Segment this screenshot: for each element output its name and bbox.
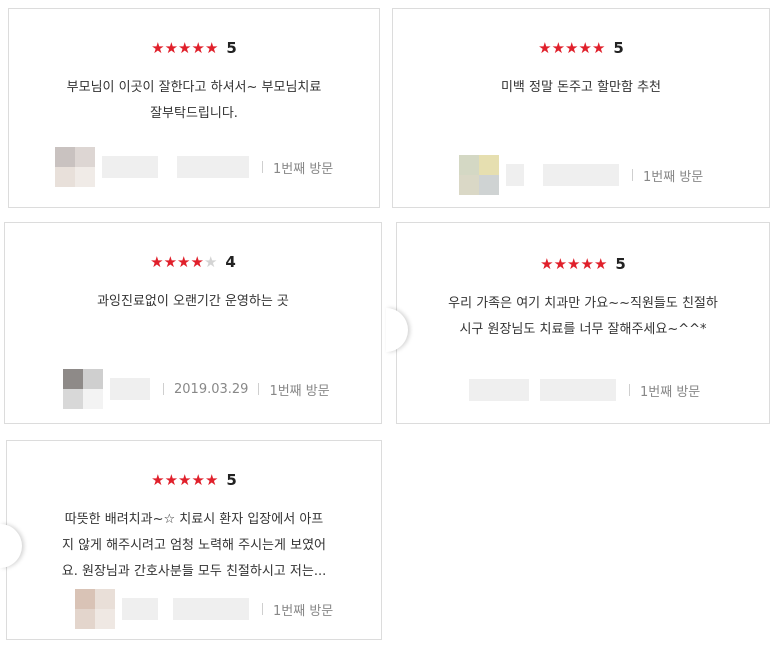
rating-score: 5 xyxy=(615,255,626,273)
review-card[interactable]: ★★★★★ 5 미백 정말 돈주고 할만함 추천 1번째 방문 xyxy=(392,8,770,208)
visit-count: 1번째 방문 xyxy=(273,161,334,177)
review-text-line: 부모님이 이곳이 잘한다고 하셔서~ 부모님치료 xyxy=(66,80,322,95)
rating-score: 4 xyxy=(225,253,236,271)
reviewer-name-blurred xyxy=(110,378,150,400)
avatar xyxy=(75,589,115,629)
avatar xyxy=(55,147,95,187)
review-text: 우리 가족은 여기 치과만 가요~~직원들도 친절하 시구 원장님도 치료를 너… xyxy=(415,291,751,343)
rating: ★★★★★ 4 xyxy=(5,253,381,271)
review-text-line: 우리 가족은 여기 치과만 가요~~직원들도 친절하 xyxy=(448,296,718,311)
review-card[interactable]: ★★★★★ 4 과잉진료없이 오랜기간 운영하는 곳 2019.03.29 1번째… xyxy=(4,222,382,424)
rating-score: 5 xyxy=(226,39,237,57)
review-text: 과잉진료없이 오랜기간 운영하는 곳 xyxy=(23,289,363,315)
reviewer-name-blurred xyxy=(469,379,529,401)
divider xyxy=(629,384,630,396)
reviewer-name-blurred xyxy=(102,156,158,178)
review-text-line: 잘부탁드립니다. xyxy=(150,106,238,121)
review-card[interactable]: ★★★★★ 5 따뜻한 배려치과~☆ 치료시 환자 입장에서 아프 지 않게 해주… xyxy=(6,440,382,640)
reviewer-name-blurred xyxy=(122,598,158,620)
visit-count: 1번째 방문 xyxy=(640,384,701,400)
visit-count: 1번째 방문 xyxy=(643,169,704,185)
review-text-line: 시구 원장님도 치료를 너무 잘해주세요~^^* xyxy=(459,322,707,337)
review-meta: 1번째 방문 xyxy=(75,589,333,629)
rating-score: 5 xyxy=(613,39,624,57)
star-rating-icon: ★★★★★ xyxy=(540,255,608,273)
star-rating-icon: ★★★★★ xyxy=(538,39,606,57)
avatar xyxy=(459,155,499,195)
avatar xyxy=(63,369,103,409)
rating: ★★★★★ 5 xyxy=(393,39,769,57)
review-text-line: 과잉진료없이 오랜기간 운영하는 곳 xyxy=(97,294,289,309)
reviewer-name-blurred xyxy=(177,156,249,178)
divider xyxy=(163,383,164,395)
star-rating-icon: ★★★★★ xyxy=(151,39,219,57)
rating: ★★★★★ 5 xyxy=(397,255,769,273)
star-rating-icon: ★★★★ xyxy=(150,253,204,271)
divider xyxy=(632,169,633,181)
reviewer-name-blurred xyxy=(540,379,616,401)
review-text-line: 미백 정말 돈주고 할만함 추천 xyxy=(500,80,662,95)
divider xyxy=(262,161,263,173)
reviewer-name-blurred xyxy=(173,598,249,620)
review-meta: 2019.03.29 1번째 방문 xyxy=(63,369,330,409)
visit-count: 1번째 방문 xyxy=(273,603,334,619)
review-text: 부모님이 이곳이 잘한다고 하셔서~ 부모님치료 잘부탁드립니다. xyxy=(27,75,361,127)
review-text-line: 지 않게 해주시려고 엄청 노력해 주시는게 보였어 xyxy=(62,538,326,553)
reviewer-name-blurred xyxy=(543,164,619,186)
review-text: 따뜻한 배려치과~☆ 치료시 환자 입장에서 아프 지 않게 해주시려고 엄청 … xyxy=(25,507,363,585)
review-meta: 1번째 방문 xyxy=(55,147,333,187)
rating-score: 5 xyxy=(226,471,237,489)
visit-count: 1번째 방문 xyxy=(269,383,330,399)
divider xyxy=(258,383,260,395)
review-card[interactable]: ★★★★★ 5 우리 가족은 여기 치과만 가요~~직원들도 친절하 시구 원장님… xyxy=(396,222,770,424)
review-card[interactable]: ★★★★★ 5 부모님이 이곳이 잘한다고 하셔서~ 부모님치료 잘부탁드립니다.… xyxy=(8,8,380,208)
review-text: 미백 정말 돈주고 할만함 추천 xyxy=(411,75,751,101)
review-date: 2019.03.29 xyxy=(174,381,249,397)
rating: ★★★★★ 5 xyxy=(7,471,381,489)
divider xyxy=(262,603,263,615)
reviewer-name-blurred xyxy=(506,164,524,186)
star-rating-icon: ★★★★★ xyxy=(151,471,219,489)
review-meta: 1번째 방문 xyxy=(469,379,700,401)
review-text-line: 요. 원장님과 간호사분들 모두 친절하시고 저는... xyxy=(61,564,327,579)
review-meta: 1번째 방문 xyxy=(459,155,703,195)
review-text-line: 따뜻한 배려치과~☆ 치료시 환자 입장에서 아프 xyxy=(64,512,324,527)
star-empty-icon: ★ xyxy=(203,253,218,271)
rating: ★★★★★ 5 xyxy=(9,39,379,57)
